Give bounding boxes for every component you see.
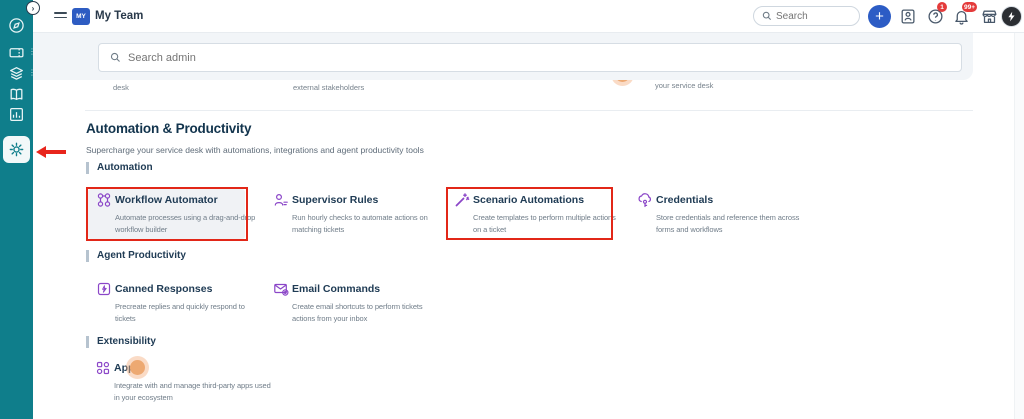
section-divider [85, 110, 973, 111]
freddy-avatar[interactable] [1001, 6, 1022, 27]
canned-responses-icon [96, 281, 112, 297]
contacts-icon[interactable] [899, 8, 916, 25]
apps-grid-icon [95, 360, 111, 376]
quick-create-button[interactable]: + [868, 5, 891, 28]
page-subtitle: Supercharge your service desk with autom… [86, 145, 424, 155]
annotation-box-workflow-automator [86, 187, 248, 241]
card-description: Run hourly checks to automate actions on… [292, 212, 440, 236]
marketplace-icon[interactable] [981, 8, 998, 25]
admin-search-band [33, 33, 973, 80]
tickets-icon[interactable] [8, 44, 25, 61]
supervisor-rules-icon [273, 192, 289, 208]
global-search[interactable] [753, 6, 860, 26]
search-icon [110, 52, 121, 63]
admin-search-bar[interactable] [98, 43, 962, 72]
knowledge-base-icon[interactable] [8, 86, 25, 103]
workspace-badge: MY [72, 8, 90, 25]
peek-text-2: external stakeholders [293, 83, 364, 92]
card-title: Supervisor Rules [292, 194, 378, 206]
peek-text-1: desk [113, 83, 129, 92]
freshworks-switcher-icon[interactable] [8, 17, 25, 34]
admin-search-input[interactable] [128, 52, 908, 64]
left-navigation-rail: ⋮ ⋮ [0, 0, 33, 419]
card-description: Precreate replies and quickly respond to… [115, 301, 263, 325]
sidebar-expand-button[interactable]: › [26, 1, 40, 15]
card-description: Create email shortcuts to perform ticket… [292, 301, 440, 325]
collapse-menu-icon[interactable] [54, 12, 67, 21]
scrollbar-track[interactable] [1014, 33, 1024, 419]
card-title: Email Commands [292, 283, 380, 295]
analytics-icon[interactable] [8, 106, 25, 123]
gear-icon [8, 141, 25, 158]
assets-more-icon[interactable]: ⋮ [28, 69, 36, 77]
notifications-badge: 99+ [962, 2, 977, 12]
tickets-more-icon[interactable]: ⋮ [28, 48, 36, 56]
click-indicator-apps [126, 356, 149, 379]
lightning-icon [1006, 11, 1017, 22]
workspace-name[interactable]: My Team [95, 10, 143, 22]
peek-text-3: your service desk [655, 81, 713, 90]
credentials-cloud-key-icon [637, 192, 653, 208]
card-title: Canned Responses [115, 283, 212, 295]
page-title: Automation & Productivity [86, 121, 251, 136]
card-description: Store credentials and reference them acr… [656, 212, 804, 236]
card-title: Credentials [656, 194, 713, 206]
assets-layers-icon[interactable] [8, 65, 25, 82]
global-search-input[interactable] [776, 11, 846, 22]
section-label-extensibility: Extensibility [86, 336, 156, 348]
admin-settings-item-active[interactable] [3, 136, 30, 163]
search-icon [762, 11, 772, 21]
annotation-arrow-admin [36, 146, 68, 158]
help-badge: 1 [937, 2, 947, 12]
email-commands-icon [273, 281, 289, 297]
section-label-automation: Automation [86, 162, 153, 174]
top-header: MY My Team + 1 99+ [33, 0, 1024, 33]
section-label-agent-productivity: Agent Productivity [86, 250, 186, 262]
annotation-box-scenario-automations [446, 187, 613, 240]
card-description: Integrate with and manage third-party ap… [114, 380, 274, 404]
